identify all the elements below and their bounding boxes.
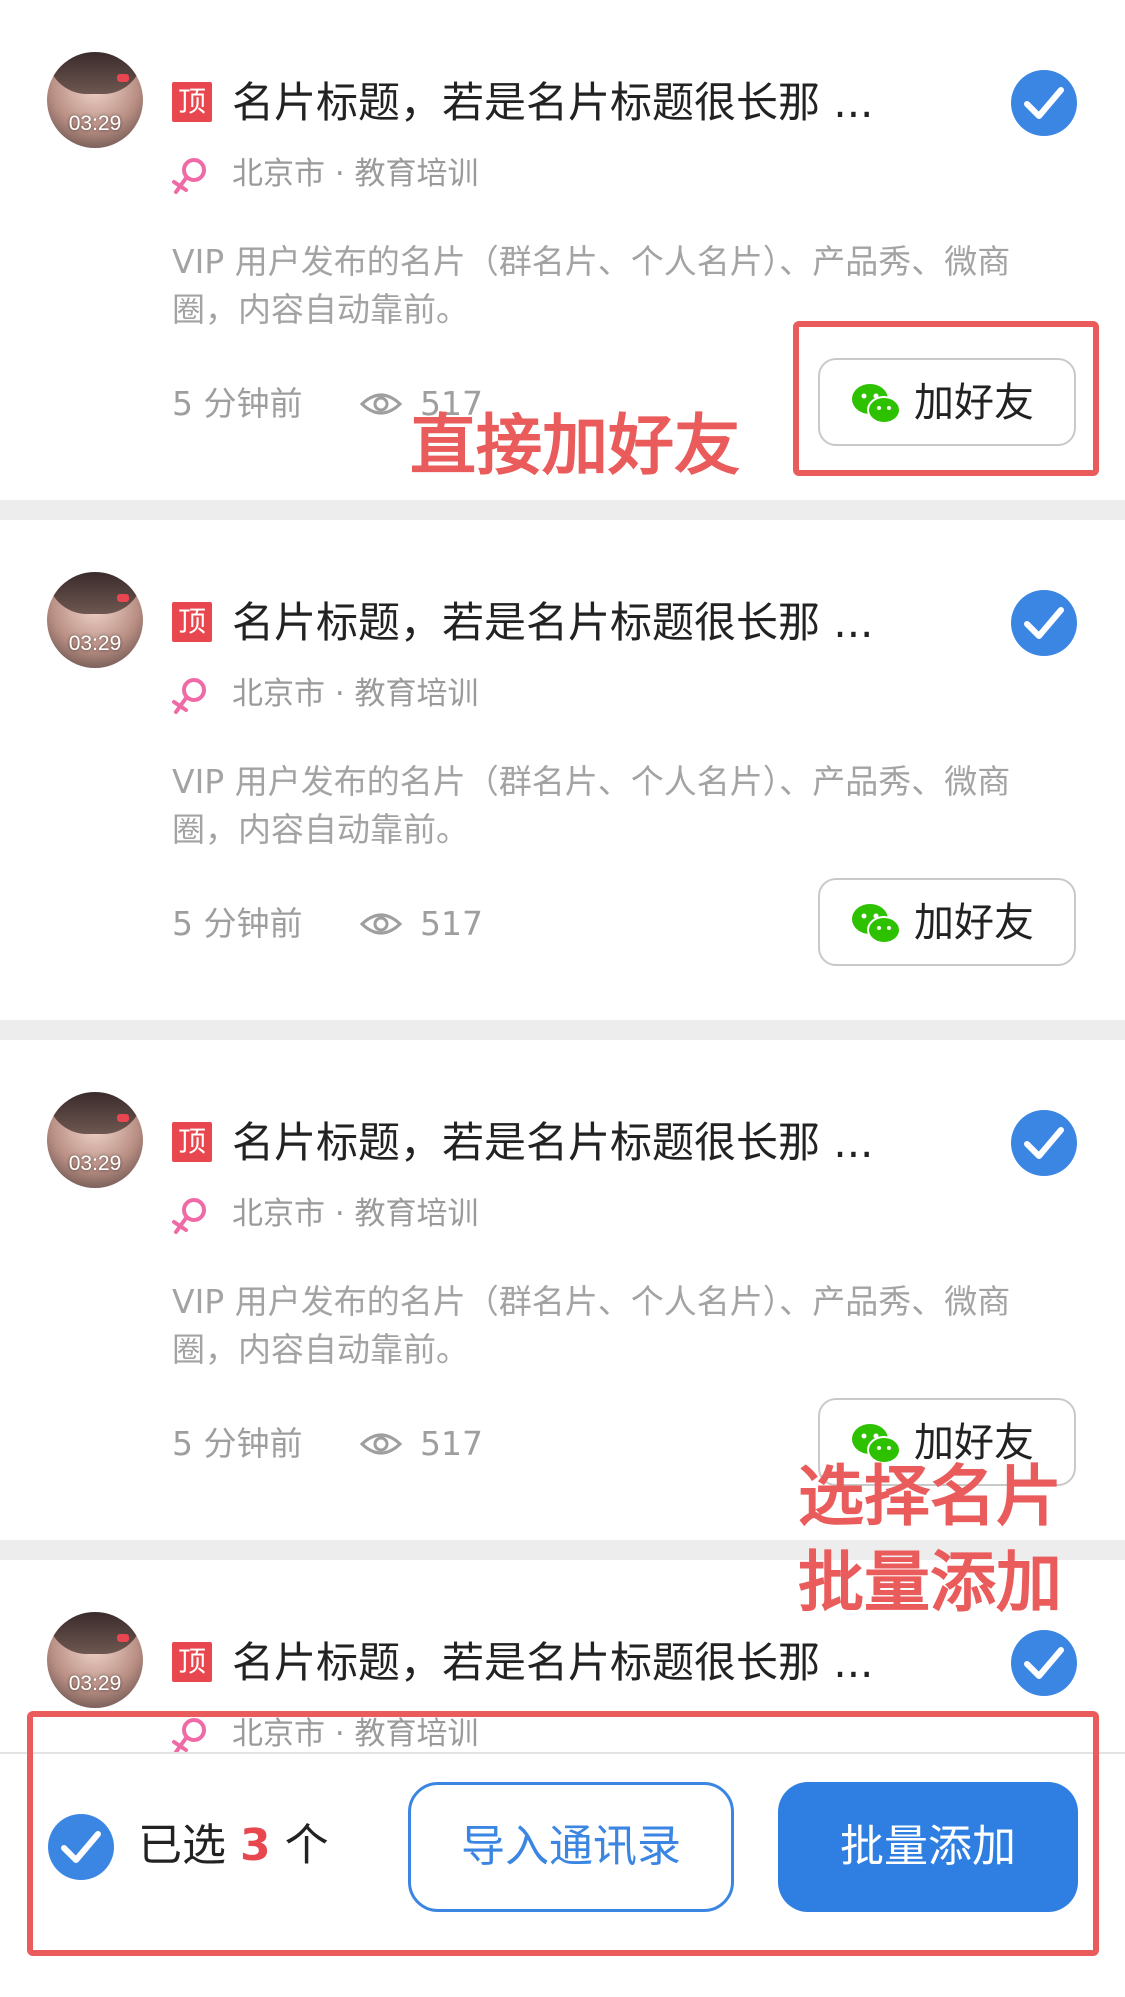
card-title[interactable]: 名片标题，若是名片标题很长那 ... [232,76,873,130]
top-badge: 顶 [172,82,212,122]
view-count: 517 [420,1424,483,1463]
female-icon [172,1198,206,1234]
time-ago: 5 分钟前 [172,904,303,943]
avatar-hair [47,572,143,614]
avatar-time: 03:29 [68,632,122,655]
avatar-bow [117,594,129,602]
check-circle-icon[interactable] [1011,590,1077,656]
female-icon [172,158,206,194]
annotation-batch-line2: 批量添加 [798,1544,1062,1621]
avatar-time: 03:29 [68,1152,122,1175]
avatar-time: 03:29 [68,1672,122,1695]
add-friend-button[interactable]: 加好友 [818,878,1076,966]
card-title[interactable]: 名片标题，若是名片标题很长那 ... [232,596,873,650]
card-2[interactable]: 03:29 顶 名片标题，若是名片标题很长那 ... 北京市 · 教育培训 VI… [0,520,1125,1020]
check-circle-icon[interactable] [1011,1630,1077,1696]
check-circle-icon[interactable] [1011,1110,1077,1176]
top-badge: 顶 [172,1122,212,1162]
time-ago: 5 分钟前 [172,1424,303,1463]
top-badge: 顶 [172,602,212,642]
card-title[interactable]: 名片标题，若是名片标题很长那 ... [232,1116,873,1170]
avatar-bow [117,1634,129,1642]
card-meta: 北京市 · 教育培训 [232,676,479,712]
avatar-time: 03:29 [68,112,122,135]
avatar[interactable]: 03:29 [47,1092,143,1188]
avatar[interactable]: 03:29 [47,572,143,668]
add-friend-label: 加好友 [914,900,1034,946]
female-icon [172,678,206,714]
card-separator [0,500,1125,522]
annotation-direct-add: 直接加好友 [410,407,740,484]
eye-icon [360,393,402,415]
avatar-bow [117,1114,129,1122]
card-meta: 北京市 · 教育培训 [232,156,479,192]
eye-icon [360,913,402,935]
eye-icon [360,1433,402,1455]
card-meta: 北京市 · 教育培训 [232,1196,479,1232]
top-badge: 顶 [172,1642,212,1682]
avatar-bow [117,74,129,82]
annotation-batch-line1: 选择名片 [798,1458,1062,1535]
card-description: VIP 用户发布的名片（群名片、个人名片）、产品秀、微商圈，内容自动靠前。 [172,242,1011,329]
card-title[interactable]: 名片标题，若是名片标题很长那 ... [232,1636,873,1690]
time-ago: 5 分钟前 [172,384,303,423]
card-description: VIP 用户发布的名片（群名片、个人名片）、产品秀、微商圈，内容自动靠前。 [172,762,1011,849]
annotation-box-bottom-bar [27,1711,1099,1956]
avatar[interactable]: 03:29 [47,1612,143,1708]
avatar-hair [47,52,143,94]
card-description: VIP 用户发布的名片（群名片、个人名片）、产品秀、微商圈，内容自动靠前。 [172,1282,1011,1369]
card-separator [0,1020,1125,1042]
avatar[interactable]: 03:29 [47,52,143,148]
check-circle-icon[interactable] [1011,70,1077,136]
avatar-hair [47,1612,143,1654]
annotation-box-add-friend [793,321,1099,476]
wechat-icon [852,904,901,944]
avatar-hair [47,1092,143,1134]
view-count: 517 [420,904,483,943]
